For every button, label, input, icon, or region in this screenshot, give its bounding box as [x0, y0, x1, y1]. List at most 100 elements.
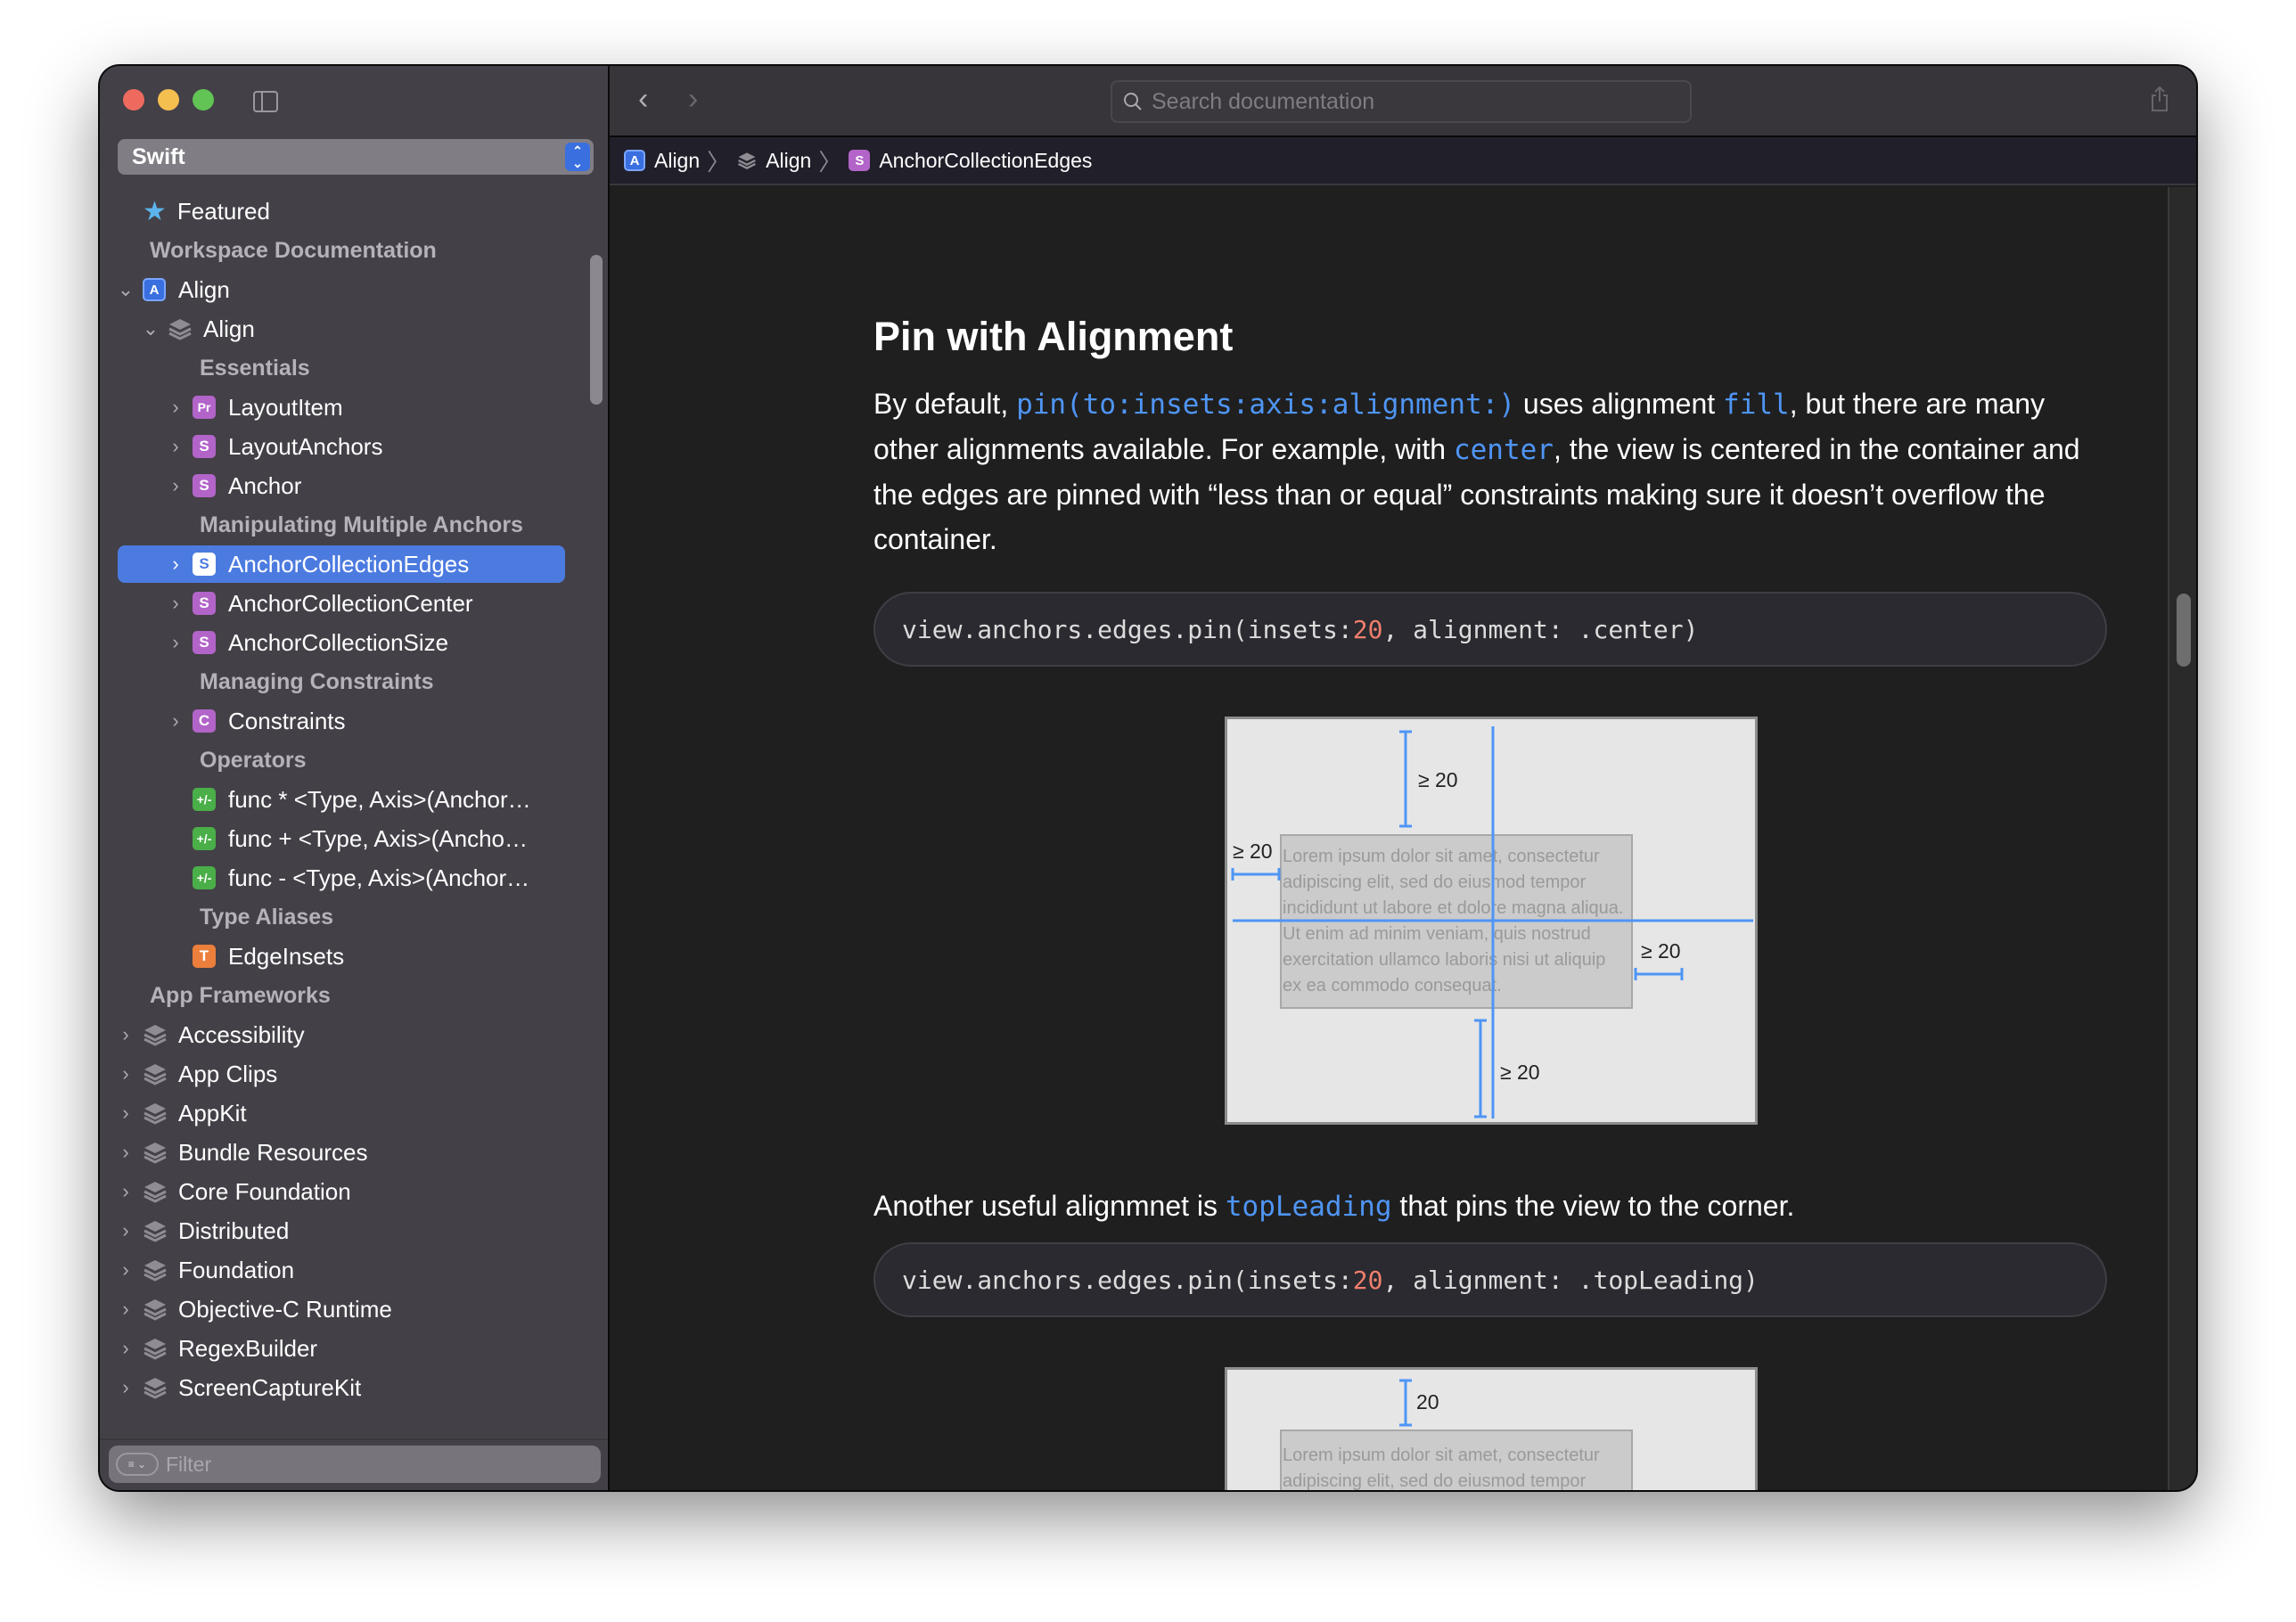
chevron-right-icon[interactable]: ›: [166, 435, 185, 458]
chevron-down-icon[interactable]: ⌄: [116, 278, 135, 301]
symbol-link-fill[interactable]: fill: [1723, 389, 1790, 421]
filter-input[interactable]: ≡ ⌄ Filter: [109, 1446, 601, 1483]
content-scrollbar[interactable]: [2168, 187, 2196, 1490]
chevron-down-icon[interactable]: ⌄: [141, 317, 160, 340]
sidebar-item[interactable]: › App Clips: [100, 1055, 277, 1093]
chevron-right-icon[interactable]: ›: [166, 553, 185, 576]
operator-icon: +/-: [193, 866, 216, 889]
sidebar-item[interactable]: › AppKit: [100, 1094, 246, 1132]
sidebar-item-label: func + <Type, Axis>(Ancho…: [228, 824, 529, 852]
symbol-link-topleading[interactable]: topLeading: [1226, 1191, 1392, 1223]
chevron-right-icon[interactable]: ›: [166, 709, 185, 733]
sidebar-item-label: Operators: [200, 747, 307, 773]
breadcrumb-item-current[interactable]: AnchorCollectionEdges: [879, 149, 1092, 173]
sidebar-item[interactable]: ›TEdgeInsets: [100, 938, 344, 975]
share-icon[interactable]: [2150, 86, 2169, 112]
framework-icon: [144, 1103, 167, 1125]
sidebar-item-selected[interactable]: › S AnchorCollectionEdges: [118, 545, 565, 583]
operator-icon: +/-: [193, 827, 216, 850]
sidebar-item-label: App Frameworks: [150, 982, 331, 1008]
filter-options-icon[interactable]: ≡ ⌄: [116, 1453, 159, 1476]
sidebar-item[interactable]: › S Anchor: [100, 467, 301, 504]
sidebar-item[interactable]: › RegexBuilder: [100, 1330, 317, 1367]
sidebar-scrollbar[interactable]: [590, 255, 603, 405]
class-icon: C: [193, 709, 216, 733]
close-window-button[interactable]: [123, 89, 144, 111]
sidebar-item[interactable]: › Foundation: [100, 1251, 294, 1289]
inset-label-top: 20: [1416, 1390, 1439, 1413]
platform-select[interactable]: Swift ⌃ ⌄: [118, 139, 594, 175]
chevron-right-icon[interactable]: ›: [116, 1141, 135, 1164]
chevron-right-icon[interactable]: ›: [116, 1376, 135, 1399]
paragraph-topleading: Another useful alignmnet is topLeading t…: [873, 1184, 2107, 1229]
paragraph-intro: By default, pin(to:insets:axis:alignment…: [873, 381, 2107, 561]
framework-icon: [144, 1299, 167, 1321]
breadcrumb-item[interactable]: Align: [766, 149, 811, 173]
content-area: Pin with Alignment By default, pin(to:in…: [610, 187, 2168, 1490]
sidebar-item[interactable]: ›+/-func - <Type, Axis>(Anchor…: [100, 859, 529, 897]
navigator-tree: › ★ Featured Workspace Documentation ⌄ A Align…: [100, 200, 599, 1412]
search-input[interactable]: Search documentation: [1111, 80, 1692, 123]
sidebar-item[interactable]: › Distributed: [100, 1212, 289, 1249]
sidebar-item[interactable]: › ScreenCaptureKit: [100, 1369, 361, 1406]
section-title: Pin with Alignment: [873, 314, 1234, 359]
breadcrumb-item[interactable]: Align: [654, 149, 700, 173]
chevron-right-icon[interactable]: ›: [166, 396, 185, 419]
sidebar-item[interactable]: ⌄ A Align: [100, 271, 230, 308]
sidebar-item[interactable]: ›★Featured: [100, 200, 270, 230]
sidebar-item[interactable]: › S AnchorCollectionCenter: [100, 585, 472, 622]
chevron-right-icon[interactable]: ›: [116, 1102, 135, 1125]
sidebar-item[interactable]: › S LayoutAnchors: [100, 428, 382, 465]
platform-select-value: Swift: [132, 143, 185, 169]
struct-icon: S: [193, 631, 216, 654]
sidebar-item[interactable]: ›+/-func + <Type, Axis>(Ancho…: [100, 820, 528, 857]
sidebar-item[interactable]: › C Constraints: [100, 702, 345, 740]
window-controls: [123, 89, 214, 111]
sidebar-item[interactable]: › Pr LayoutItem: [100, 389, 342, 426]
forward-button[interactable]: ›: [688, 82, 698, 117]
filter-placeholder: Filter: [166, 1452, 212, 1476]
symbol-link-center[interactable]: center: [1454, 434, 1554, 466]
chevron-right-icon[interactable]: ›: [166, 474, 185, 497]
text: By default,: [873, 388, 1017, 420]
chevron-right-icon[interactable]: ›: [116, 1219, 135, 1242]
sidebar-item[interactable]: ⌄ Align: [100, 310, 255, 348]
chevron-right-icon[interactable]: ›: [116, 1298, 135, 1321]
sidebar-toggle-icon[interactable]: [253, 91, 278, 112]
chevron-right-icon[interactable]: ›: [116, 1062, 135, 1085]
sidebar-item[interactable]: ›Swift: [100, 1408, 228, 1412]
chevron-right-icon[interactable]: ›: [166, 592, 185, 615]
code-block-center[interactable]: view.anchors.edges.pin(insets: 20, align…: [873, 592, 2107, 667]
code-number: 20: [1352, 614, 1383, 644]
protocol-icon: Pr: [193, 396, 216, 419]
sidebar-item[interactable]: › Accessibility: [100, 1016, 304, 1053]
sidebar-item[interactable]: › Bundle Resources: [100, 1134, 367, 1171]
sidebar-item[interactable]: › Core Foundation: [100, 1173, 350, 1210]
toolbar: ‹ › Search documentation: [610, 66, 2196, 137]
sidebar-item-label: Managing Constraints: [200, 668, 434, 694]
sidebar-section-header: Managing Constraints: [100, 663, 434, 700]
zoom-window-button[interactable]: [193, 89, 214, 111]
code-text: view.anchors.edges.pin(insets:: [902, 1265, 1353, 1295]
framework-icon: [738, 152, 757, 169]
chevron-right-icon[interactable]: ›: [166, 631, 185, 654]
symbol-link-pin[interactable]: pin(to:insets:axis:alignment:): [1016, 389, 1515, 421]
sidebar-item-label: func * <Type, Axis>(Anchor…: [228, 785, 531, 813]
chevron-right-icon[interactable]: ›: [116, 1180, 135, 1203]
code-block-topleading[interactable]: view.anchors.edges.pin(insets: 20, align…: [873, 1242, 2107, 1317]
back-button[interactable]: ‹: [638, 82, 648, 117]
code-text: , alignment: .topLeading): [1382, 1265, 1759, 1295]
chevron-right-icon[interactable]: ›: [116, 1023, 135, 1046]
sidebar-item[interactable]: › S AnchorCollectionSize: [100, 624, 448, 661]
framework-icon: [144, 1025, 167, 1046]
content-scrollbar-thumb[interactable]: [2177, 594, 2191, 667]
text: uses alignment: [1515, 388, 1724, 420]
chevron-right-icon[interactable]: ›: [116, 1337, 135, 1360]
sidebar-item[interactable]: › Objective-C Runtime: [100, 1290, 392, 1328]
chevron-up-down-icon: ⌃ ⌄: [565, 143, 590, 171]
sidebar-item-label: Bundle Resources: [178, 1138, 368, 1166]
sidebar-item[interactable]: ›+/-func * <Type, Axis>(Anchor…: [100, 781, 531, 818]
chevron-right-icon[interactable]: ›: [116, 1258, 135, 1282]
minimize-window-button[interactable]: [158, 89, 179, 111]
lorem-line: Lorem ipsum dolor sit amet, consectetur: [1283, 847, 1600, 866]
